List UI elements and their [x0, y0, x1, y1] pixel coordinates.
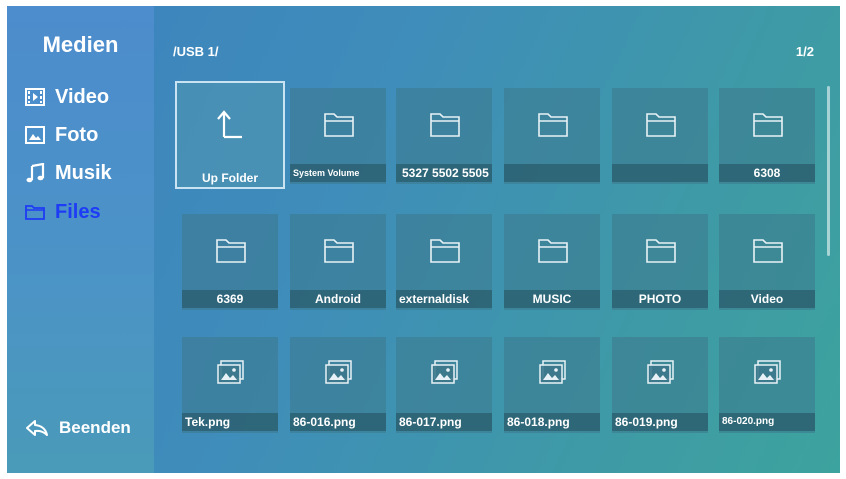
sidebar-item-label: Video	[55, 85, 110, 108]
folder-icon	[429, 110, 461, 138]
grid-item-image[interactable]: 86-016.png	[290, 337, 386, 433]
grid-item-label: 6308	[719, 164, 815, 182]
grid-item-label: 5327 5502 5505	[396, 164, 492, 182]
grid-item-label: 86-016.png	[290, 413, 386, 431]
folder-icon	[752, 236, 784, 264]
grid-item-folder[interactable]: externaldisk	[396, 214, 492, 310]
grid-item-label: Up Folder	[202, 171, 258, 185]
sidebar: Medien Video Foto Musik Files Beenden	[7, 6, 154, 473]
scrollbar[interactable]	[827, 86, 830, 256]
grid-item-folder[interactable]: 5327 5502 5505	[396, 88, 492, 184]
grid-item-label: Video	[719, 290, 815, 308]
folder-icon	[323, 110, 355, 138]
media-player-screen: Medien Video Foto Musik Files Beenden /U…	[7, 6, 840, 473]
image-file-icon	[537, 359, 569, 387]
grid-item-label: Tek.png	[182, 413, 278, 431]
sidebar-item-label: Foto	[55, 123, 99, 146]
sidebar-item-photo[interactable]: Foto	[25, 121, 98, 149]
grid-item-folder[interactable]: System Volume	[290, 88, 386, 184]
grid-item-label: MUSIC	[504, 290, 600, 308]
grid-item-label: PHOTO	[612, 290, 708, 308]
folder-icon	[323, 236, 355, 264]
folder-icon	[645, 236, 677, 264]
grid-item-label: 86-017.png	[396, 413, 492, 431]
grid-item-folder[interactable]: MUSIC	[504, 214, 600, 310]
image-file-icon	[645, 359, 677, 387]
exit-button[interactable]: Beenden	[25, 415, 131, 441]
folder-icon	[429, 236, 461, 264]
folder-icon	[25, 202, 45, 222]
up-arrow-icon	[214, 107, 246, 139]
grid-item-label	[504, 164, 600, 182]
sidebar-item-files[interactable]: Files	[25, 198, 101, 226]
sidebar-item-music[interactable]: Musik	[25, 159, 112, 187]
grid-item-label: 86-020.png	[719, 413, 815, 431]
grid-item-label: 86-018.png	[504, 413, 600, 431]
grid-item-image[interactable]: Tek.png	[182, 337, 278, 433]
image-file-icon	[429, 359, 461, 387]
photo-icon	[25, 125, 45, 145]
grid-item-label: System Volume	[290, 164, 386, 182]
sidebar-item-label: Musik	[55, 161, 112, 184]
image-file-icon	[215, 359, 247, 387]
grid-item-label: 6369	[182, 290, 278, 308]
folder-icon	[537, 110, 569, 138]
image-file-icon	[323, 359, 355, 387]
grid-item-label	[612, 164, 708, 182]
folder-icon	[645, 110, 677, 138]
exit-label: Beenden	[59, 418, 131, 437]
image-file-icon	[752, 359, 784, 387]
grid-item-label: Android	[290, 290, 386, 308]
page-indicator: 1/2	[795, 44, 814, 59]
grid-item-label: 86-019.png	[612, 413, 708, 431]
grid-item-image[interactable]: 86-019.png	[612, 337, 708, 433]
app-title: Medien	[42, 32, 119, 57]
grid-item-folder[interactable]: 6308	[719, 88, 815, 184]
grid-item-image[interactable]: 86-020.png	[719, 337, 815, 433]
folder-icon	[215, 236, 247, 264]
sidebar-item-video[interactable]: Video	[25, 83, 109, 111]
folder-icon	[752, 110, 784, 138]
back-arrow-icon	[25, 418, 49, 438]
grid-item-folder[interactable]: Video	[719, 214, 815, 310]
sidebar-item-label: Files	[55, 200, 101, 223]
video-icon	[25, 87, 45, 107]
grid-item-folder[interactable]: PHOTO	[612, 214, 708, 310]
folder-icon	[537, 236, 569, 264]
grid-item-up-folder[interactable]: Up Folder	[175, 81, 285, 189]
grid-item-folder[interactable]	[612, 88, 708, 184]
grid-item-folder[interactable]: Android	[290, 214, 386, 310]
grid-item-image[interactable]: 86-018.png	[504, 337, 600, 433]
current-path: /USB 1/	[173, 44, 219, 59]
music-icon	[25, 163, 45, 183]
grid-item-folder[interactable]	[504, 88, 600, 184]
grid-item-folder[interactable]: 6369	[182, 214, 278, 310]
grid-item-label: externaldisk	[396, 290, 492, 308]
grid-item-image[interactable]: 86-017.png	[396, 337, 492, 433]
